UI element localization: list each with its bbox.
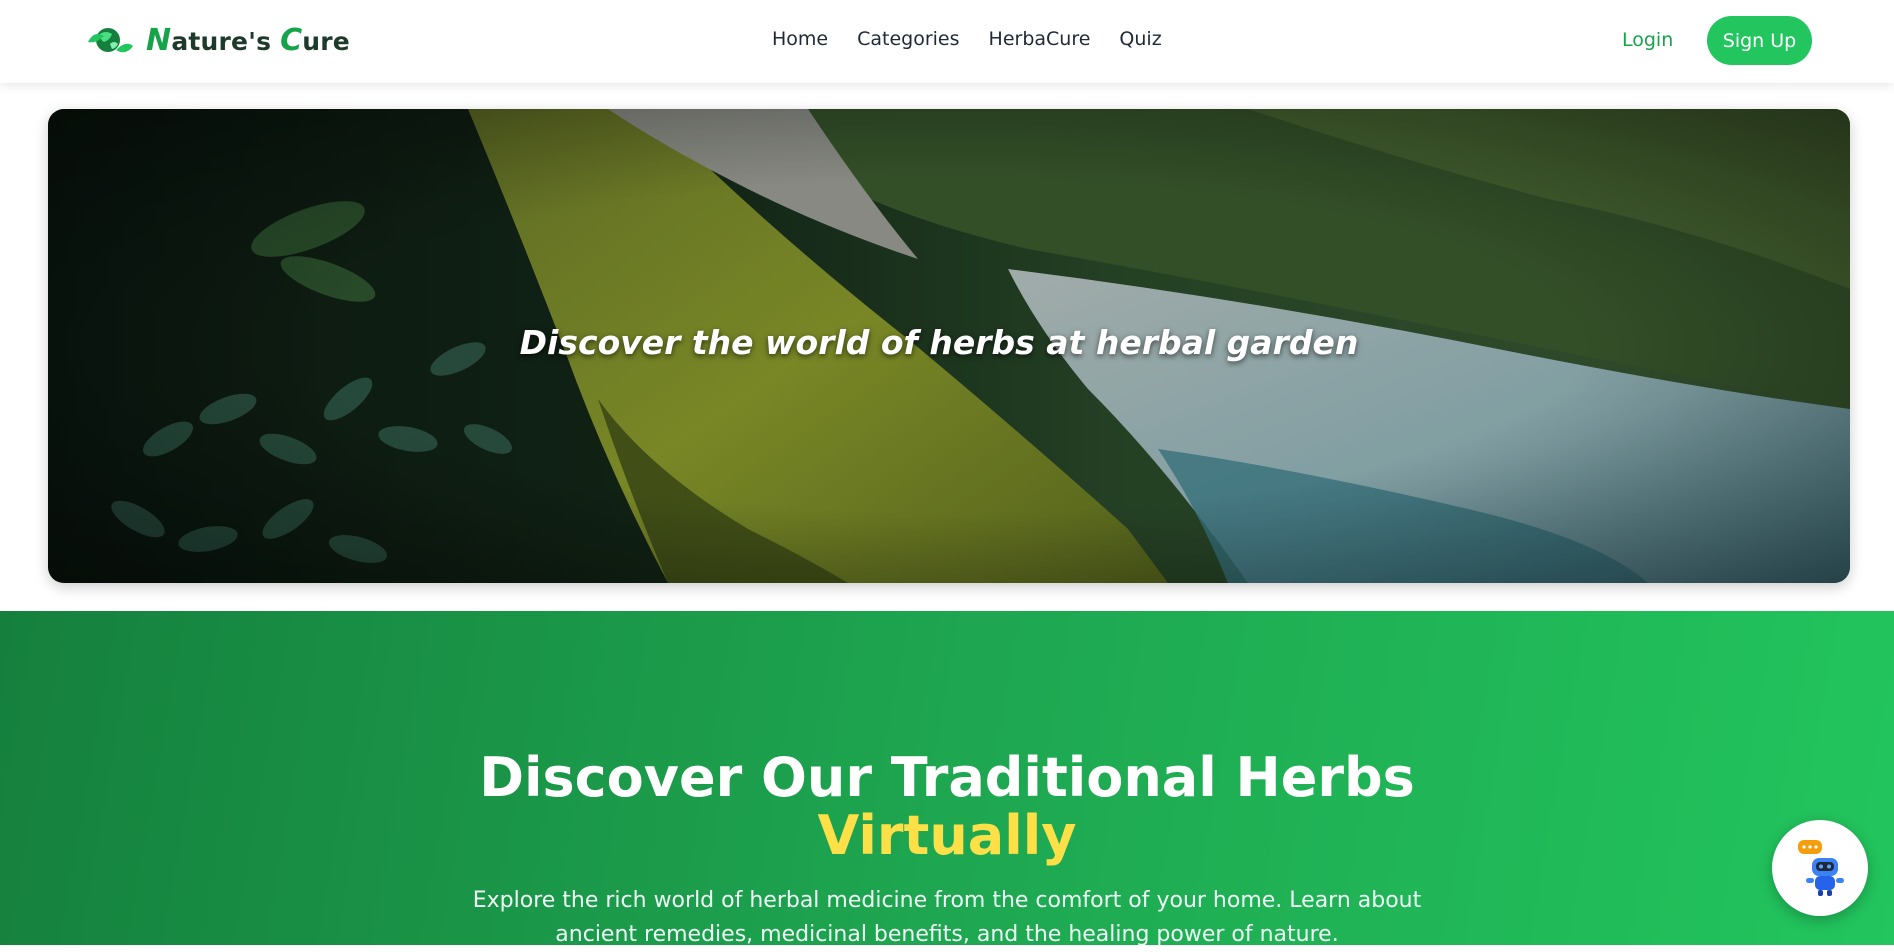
nav-categories[interactable]: Categories: [857, 28, 959, 50]
brand-initial-c: C: [280, 22, 303, 58]
brand-name: Nature's Cure: [146, 23, 350, 58]
discover-section: Discover Our Traditional Herbs Virtually…: [0, 611, 1894, 947]
nav-home[interactable]: Home: [772, 28, 828, 50]
section-description: Explore the rich world of herbal medicin…: [472, 888, 1422, 947]
brand-logo[interactable]: Nature's Cure: [86, 22, 350, 58]
login-link[interactable]: Login: [1622, 29, 1673, 51]
brand-word-1: ature's: [171, 26, 281, 56]
section-title-main: Discover Our Traditional Herbs: [479, 746, 1415, 809]
leaf-globe-icon: [88, 28, 133, 53]
main-nav: Home Categories HerbaCure Quiz: [772, 28, 1162, 50]
brand-word-2: ure: [302, 26, 350, 56]
brand-initial-n: N: [146, 22, 172, 58]
nav-herbacure[interactable]: HerbaCure: [989, 28, 1091, 50]
section-title-accent: Virtually: [817, 804, 1077, 867]
section-title: Discover Our Traditional Herbs Virtually: [0, 749, 1894, 865]
site-header: Nature's Cure Home Categories HerbaCure …: [0, 0, 1894, 83]
signup-button[interactable]: Sign Up: [1707, 16, 1812, 65]
hero-banner: Discover the world of herbs at herbal ga…: [48, 109, 1850, 583]
nav-quiz[interactable]: Quiz: [1119, 28, 1161, 50]
chatbot-button[interactable]: [1772, 820, 1868, 916]
hero-caption: Discover the world of herbs at herbal ga…: [519, 323, 1359, 362]
robot-chat-icon: [1798, 840, 1844, 896]
